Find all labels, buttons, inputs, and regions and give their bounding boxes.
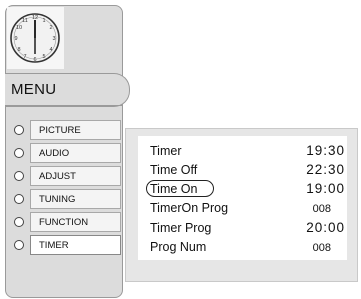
row-label: Prog Num [150,240,207,254]
clock-numeral: 5 [42,54,45,60]
sidebar-item-picture[interactable]: PICTURE [5,120,122,143]
timer-prog-row[interactable]: Timer Prog 20:00 [150,220,345,239]
clock-numeral: 1 [42,18,45,24]
row-label: Timer Prog [150,221,212,235]
clock-numeral: 6 [33,57,36,63]
clock-numeral: 11 [22,18,28,24]
sidebar-item-tuning[interactable]: TUNING [5,189,122,212]
row-label: Time Off [150,163,198,177]
row-value: 20:00 [306,220,345,235]
row-value: 19:30 [306,143,345,158]
sidebar-item-audio[interactable]: AUDIO [5,143,122,166]
sidebar-item-label: TUNING [30,189,121,209]
clock-area: 11 12 1 10 2 9 3 8 4 7 6 5 [7,7,64,69]
clock-numeral: 2 [49,25,52,31]
sidebar-item-label: AUDIO [30,143,121,163]
sidebar-item-function[interactable]: FUNCTION [5,212,122,235]
clock-numeral: 9 [14,36,17,42]
time-on-row[interactable]: Time On 19:00 [150,181,345,200]
prog-num-row[interactable]: Prog Num 008 [150,240,345,258]
clock-numeral: 7 [23,54,26,60]
radio-indicator [14,194,24,204]
row-value: 008 [312,203,331,215]
row-label: Time On [150,182,198,196]
sidebar-item-label: ADJUST [30,166,121,186]
radio-indicator [14,125,24,135]
radio-indicator [14,171,24,181]
row-label: TimerOn Prog [150,201,229,215]
sidebar-item-label: PICTURE [30,120,121,140]
clock-icon: 11 12 1 10 2 9 3 8 4 7 6 5 [10,13,60,63]
clock-numeral: 8 [17,47,20,53]
clock-numeral: 4 [49,47,52,53]
divider [5,105,122,106]
row-value: 19:00 [306,181,345,196]
clock-numeral: 12 [32,15,38,21]
radio-indicator [14,148,24,158]
row-value: 008 [312,242,331,254]
clock-numeral: 3 [52,36,55,42]
sidebar-item-label: FUNCTION [30,212,121,232]
row-value: 22:30 [306,162,345,177]
radio-indicator [14,217,24,227]
sidebar-item-timer[interactable]: TIMER [5,235,122,258]
row-label: Timer [150,144,182,158]
sidebar-item-label: TIMER [30,235,121,255]
clock-numeral: 10 [16,25,22,31]
timer-row[interactable]: Timer 19:30 [150,143,345,162]
menu-title: MENU [11,81,57,98]
timer-on-prog-row[interactable]: TimerOn Prog 008 [150,201,345,219]
sidebar-item-adjust[interactable]: ADJUST [5,166,122,189]
radio-indicator [14,240,24,250]
time-off-row[interactable]: Time Off 22:30 [150,162,345,181]
